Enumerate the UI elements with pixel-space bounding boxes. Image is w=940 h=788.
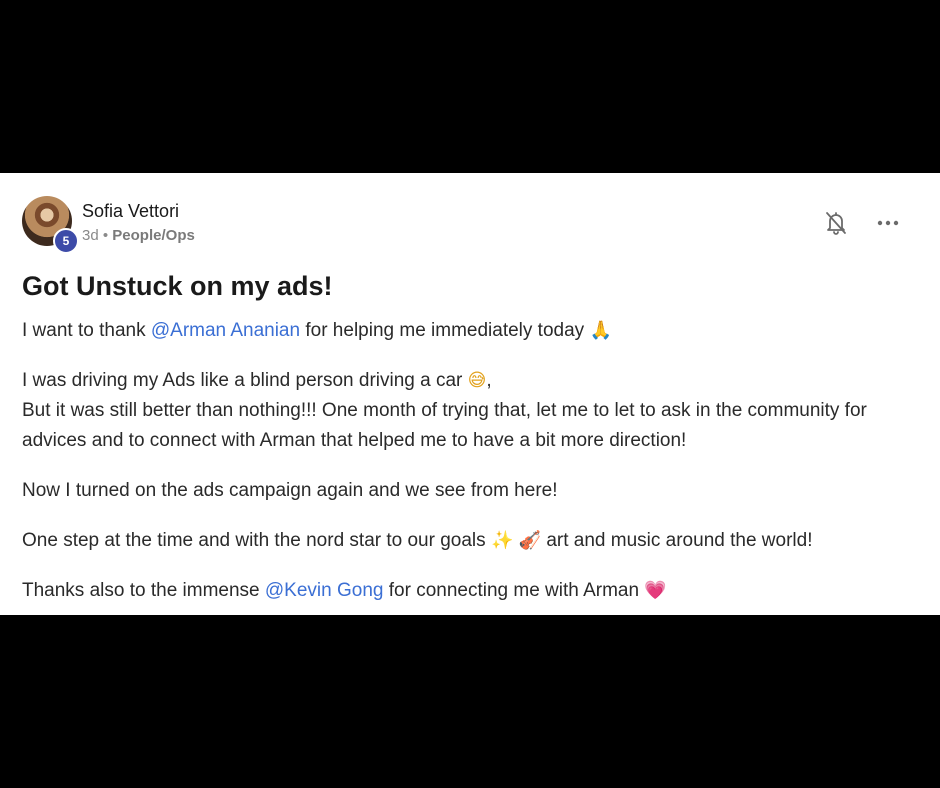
paragraph-text: One step at the time and with the nord s…: [22, 530, 491, 551]
level-badge: 5: [53, 228, 79, 254]
post-paragraph-2: I was driving my Ads like a blind person…: [22, 366, 912, 456]
bell-off-icon[interactable]: [824, 211, 848, 235]
heart-emoji-icon: 💗: [644, 580, 667, 601]
mention-arman-ananian[interactable]: @Arman Ananian: [151, 320, 300, 341]
pray-emoji-icon: 🙏: [589, 320, 612, 341]
more-options-icon[interactable]: [876, 211, 900, 235]
sweat-smile-emoji-icon: 😅: [467, 370, 487, 391]
post-paragraph-3: Now I turned on the ads campaign again a…: [22, 480, 558, 501]
author-name[interactable]: Sofia Vettori: [82, 200, 195, 222]
mention-kevin-gong[interactable]: @Kevin Gong: [265, 580, 384, 601]
meta-separator: •: [102, 227, 109, 244]
paragraph-text: But it was still better than nothing!!! …: [22, 400, 867, 451]
post-actions: [824, 211, 900, 235]
post-paragraph-1: I want to thank @Arman Ananian for helpi…: [22, 316, 912, 346]
post-paragraph-5: Thanks also to the immense @Kevin Gong f…: [22, 576, 912, 606]
author-meta: Sofia Vettori 3d • People/Ops: [82, 200, 195, 245]
violin-emoji-icon: 🎻: [518, 530, 542, 551]
post-category[interactable]: People/Ops: [112, 227, 195, 244]
paragraph-text: for connecting me with Arman: [383, 580, 645, 601]
post-paragraph-4: One step at the time and with the nord s…: [22, 526, 912, 556]
paragraph-text: I was driving my Ads like a blind person…: [22, 370, 468, 391]
post-time: 3d: [82, 227, 99, 244]
avatar[interactable]: 5: [22, 196, 79, 254]
paragraph-text: ,: [486, 370, 492, 391]
post-meta: 3d • People/Ops: [82, 227, 195, 245]
post-body: I want to thank @Arman Ananian for helpi…: [22, 316, 912, 626]
paragraph-text: art and music around the world!: [541, 530, 813, 551]
post-title: Got Unstuck on my ads!: [22, 271, 333, 301]
paragraph-text: Thanks also to the immense: [22, 580, 265, 601]
paragraph-text: for helping me immediately today: [300, 320, 590, 341]
paragraph-text: I want to thank: [22, 320, 151, 341]
sparkles-emoji-icon: ✨: [490, 530, 514, 551]
post-card: 5 Sofia Vettori 3d • People/Ops Got Unst…: [0, 173, 940, 615]
author-row: 5 Sofia Vettori 3d • People/Ops: [22, 196, 195, 254]
